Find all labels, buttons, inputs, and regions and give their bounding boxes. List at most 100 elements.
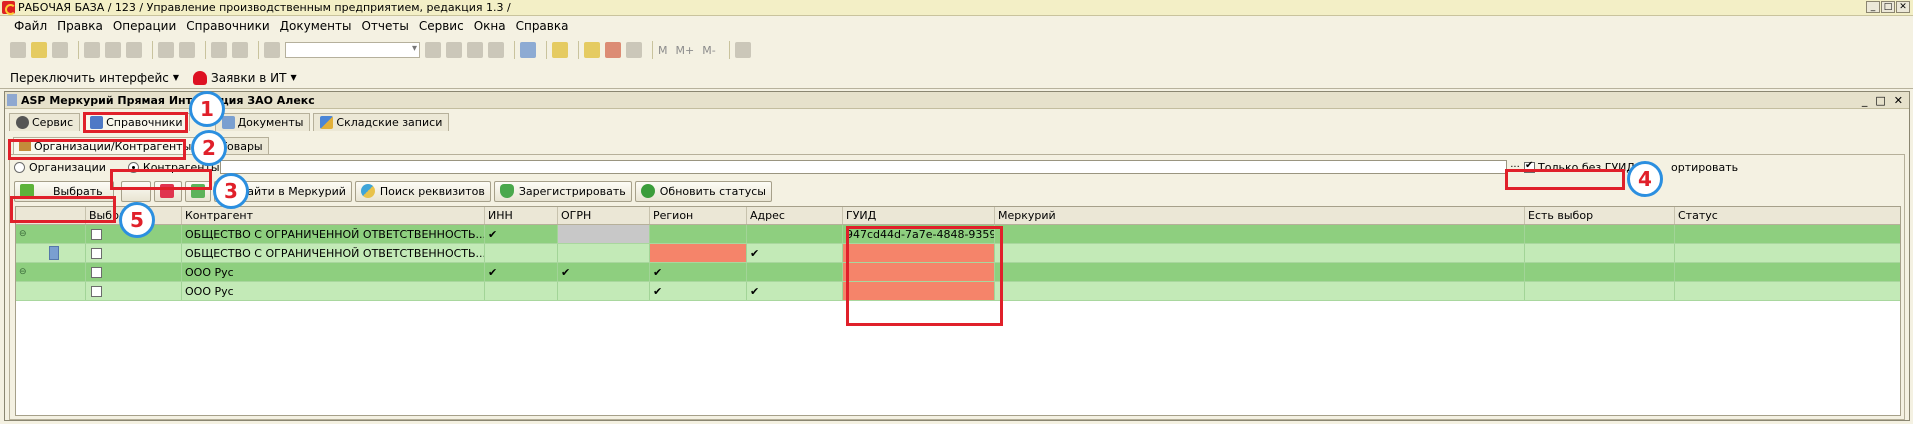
mercury-cell bbox=[995, 225, 1525, 243]
remove-button[interactable] bbox=[154, 180, 182, 202]
find-next-icon[interactable] bbox=[446, 42, 462, 58]
collapse-icon[interactable]: ⊖ bbox=[19, 229, 27, 239]
subtab-organizations-counterparties[interactable]: Организации/Контрагенты bbox=[13, 137, 198, 154]
select-button[interactable]: Выбрать bbox=[14, 180, 114, 202]
inn-cell bbox=[485, 244, 558, 262]
has-choice-cell bbox=[1525, 282, 1675, 300]
redo-icon[interactable] bbox=[232, 42, 248, 58]
tab-catalogs[interactable]: Справочники bbox=[83, 113, 190, 131]
copy-icon[interactable] bbox=[105, 42, 121, 58]
calculator-icon[interactable] bbox=[584, 42, 600, 58]
menu-service[interactable]: Сервис bbox=[419, 19, 464, 33]
undo-icon[interactable] bbox=[211, 42, 227, 58]
tree-cell: ⊖ bbox=[16, 225, 86, 243]
document-minimize-button[interactable]: _ bbox=[1862, 94, 1868, 107]
find-previous-icon[interactable] bbox=[467, 42, 483, 58]
inn-cell: ✔ bbox=[485, 225, 558, 243]
menu-operations[interactable]: Операции bbox=[113, 19, 176, 33]
collapse-icon[interactable]: ⊖ bbox=[19, 267, 27, 277]
table-row[interactable]: ООО Рус ✔ ✔ bbox=[16, 282, 1900, 301]
memory-subtract-button[interactable]: M- bbox=[702, 44, 715, 57]
info-icon[interactable] bbox=[552, 42, 568, 58]
menu-documents[interactable]: Документы bbox=[280, 19, 352, 33]
status-cell bbox=[1675, 263, 1900, 281]
selected-cell bbox=[86, 263, 182, 281]
toolbar-divider bbox=[205, 41, 206, 59]
column-header-status[interactable]: Статус bbox=[1675, 207, 1900, 224]
menu-help[interactable]: Справка bbox=[516, 19, 569, 33]
update-statuses-button[interactable]: Обновить статусы bbox=[634, 180, 772, 202]
find-in-mercury-button[interactable]: Найти в Меркурий bbox=[214, 180, 352, 202]
subtab-goods[interactable]: Товары bbox=[199, 137, 269, 154]
row-checkbox[interactable] bbox=[91, 247, 102, 259]
radio-indicator bbox=[127, 161, 139, 173]
only-without-guid-checkbox[interactable]: Только без ГУИД bbox=[1524, 159, 1635, 175]
guid-cell bbox=[843, 263, 995, 281]
find-all-icon[interactable] bbox=[488, 42, 504, 58]
menu-file[interactable]: Файл bbox=[14, 19, 47, 33]
column-header-has-choice[interactable]: Есть выбор bbox=[1525, 207, 1675, 224]
print-preview-icon[interactable] bbox=[179, 42, 195, 58]
calendar-icon[interactable] bbox=[605, 42, 621, 58]
search-icon[interactable] bbox=[264, 42, 280, 58]
tab-documents[interactable]: Документы bbox=[214, 113, 311, 131]
minimize-button[interactable]: _ bbox=[1866, 1, 1880, 13]
menu-reports[interactable]: Отчеты bbox=[361, 19, 408, 33]
windows-icon[interactable] bbox=[520, 42, 536, 58]
switch-interface-button[interactable]: Переключить интерфейс ▼ bbox=[10, 71, 179, 85]
menu-edit[interactable]: Правка bbox=[57, 19, 103, 33]
close-button[interactable]: ✕ bbox=[1896, 1, 1910, 13]
sort-checkbox-label[interactable]: ортировать bbox=[1671, 161, 1738, 174]
table-row[interactable]: ОБЩЕСТВО С ОГРАНИЧЕННОЙ ОТВЕТСТВЕННОСТЬ.… bbox=[16, 244, 1900, 263]
column-header-counterparty[interactable]: Контрагент bbox=[182, 207, 485, 224]
print-icon[interactable] bbox=[158, 42, 174, 58]
open-folder-icon[interactable] bbox=[31, 42, 47, 58]
cut-icon[interactable] bbox=[84, 42, 100, 58]
menu-catalogs[interactable]: Справочники bbox=[186, 19, 269, 33]
tools-icon[interactable] bbox=[734, 42, 751, 58]
radio-organizations[interactable]: Организации bbox=[14, 161, 106, 174]
blank-button[interactable] bbox=[121, 180, 151, 202]
row-checkbox[interactable] bbox=[91, 285, 102, 297]
radio-indicator bbox=[14, 161, 25, 173]
window-controls: _ □ ✕ bbox=[1866, 1, 1910, 13]
search-details-button[interactable]: Поиск реквизитов bbox=[354, 180, 491, 202]
column-header-mercury[interactable]: Меркурий bbox=[995, 207, 1525, 224]
toolbar-divider bbox=[78, 41, 79, 59]
paste-icon[interactable] bbox=[126, 42, 142, 58]
selected-cell bbox=[86, 282, 182, 300]
column-header-ogrn[interactable]: ОГРН bbox=[558, 207, 650, 224]
ogrn-cell: ✔ bbox=[558, 263, 650, 281]
tab-warehouse-records[interactable]: Складские записи bbox=[313, 113, 450, 131]
it-requests-button[interactable]: Заявки в ИТ ▼ bbox=[193, 70, 297, 85]
table-row[interactable]: ⊖ ОБЩЕСТВО С ОГРАНИЧЕННОЙ ОТВЕТСТВЕННОСТ… bbox=[16, 225, 1900, 244]
menu-bar: Файл Правка Операции Справочники Докумен… bbox=[0, 17, 1913, 35]
column-header-inn[interactable]: ИНН bbox=[485, 207, 558, 224]
clear-search-icon[interactable] bbox=[425, 42, 441, 58]
filter-input[interactable] bbox=[220, 160, 1507, 174]
maximize-button[interactable]: □ bbox=[1881, 1, 1895, 13]
register-button[interactable]: Зарегистрировать bbox=[493, 180, 632, 202]
add-icon bbox=[191, 184, 205, 198]
row-checkbox[interactable] bbox=[91, 228, 102, 240]
document-close-button[interactable]: ✕ bbox=[1894, 94, 1903, 107]
menu-windows[interactable]: Окна bbox=[474, 19, 506, 33]
memory-add-button[interactable]: M+ bbox=[676, 44, 695, 57]
add-button[interactable] bbox=[185, 180, 211, 202]
column-header-tree[interactable] bbox=[16, 207, 86, 224]
row-checkbox[interactable] bbox=[91, 266, 102, 278]
reports-icon[interactable] bbox=[626, 42, 642, 58]
tab-service[interactable]: Сервис bbox=[9, 113, 81, 131]
column-header-region[interactable]: Регион bbox=[650, 207, 747, 224]
column-header-selected[interactable]: Выбран bbox=[86, 207, 182, 224]
column-header-address[interactable]: Адрес bbox=[747, 207, 843, 224]
save-icon[interactable] bbox=[52, 42, 68, 58]
document-maximize-button[interactable]: □ bbox=[1875, 94, 1885, 107]
select-dots-button[interactable]: ... bbox=[1509, 160, 1521, 174]
table-row[interactable]: ⊖ ООО Рус ✔ ✔ ✔ bbox=[16, 263, 1900, 282]
search-combo[interactable] bbox=[285, 42, 420, 58]
radio-counterparties[interactable]: Контрагенты bbox=[127, 161, 220, 174]
column-header-guid[interactable]: ГУИД bbox=[843, 207, 995, 224]
memory-button[interactable]: M bbox=[658, 44, 668, 57]
new-icon[interactable] bbox=[10, 42, 26, 58]
